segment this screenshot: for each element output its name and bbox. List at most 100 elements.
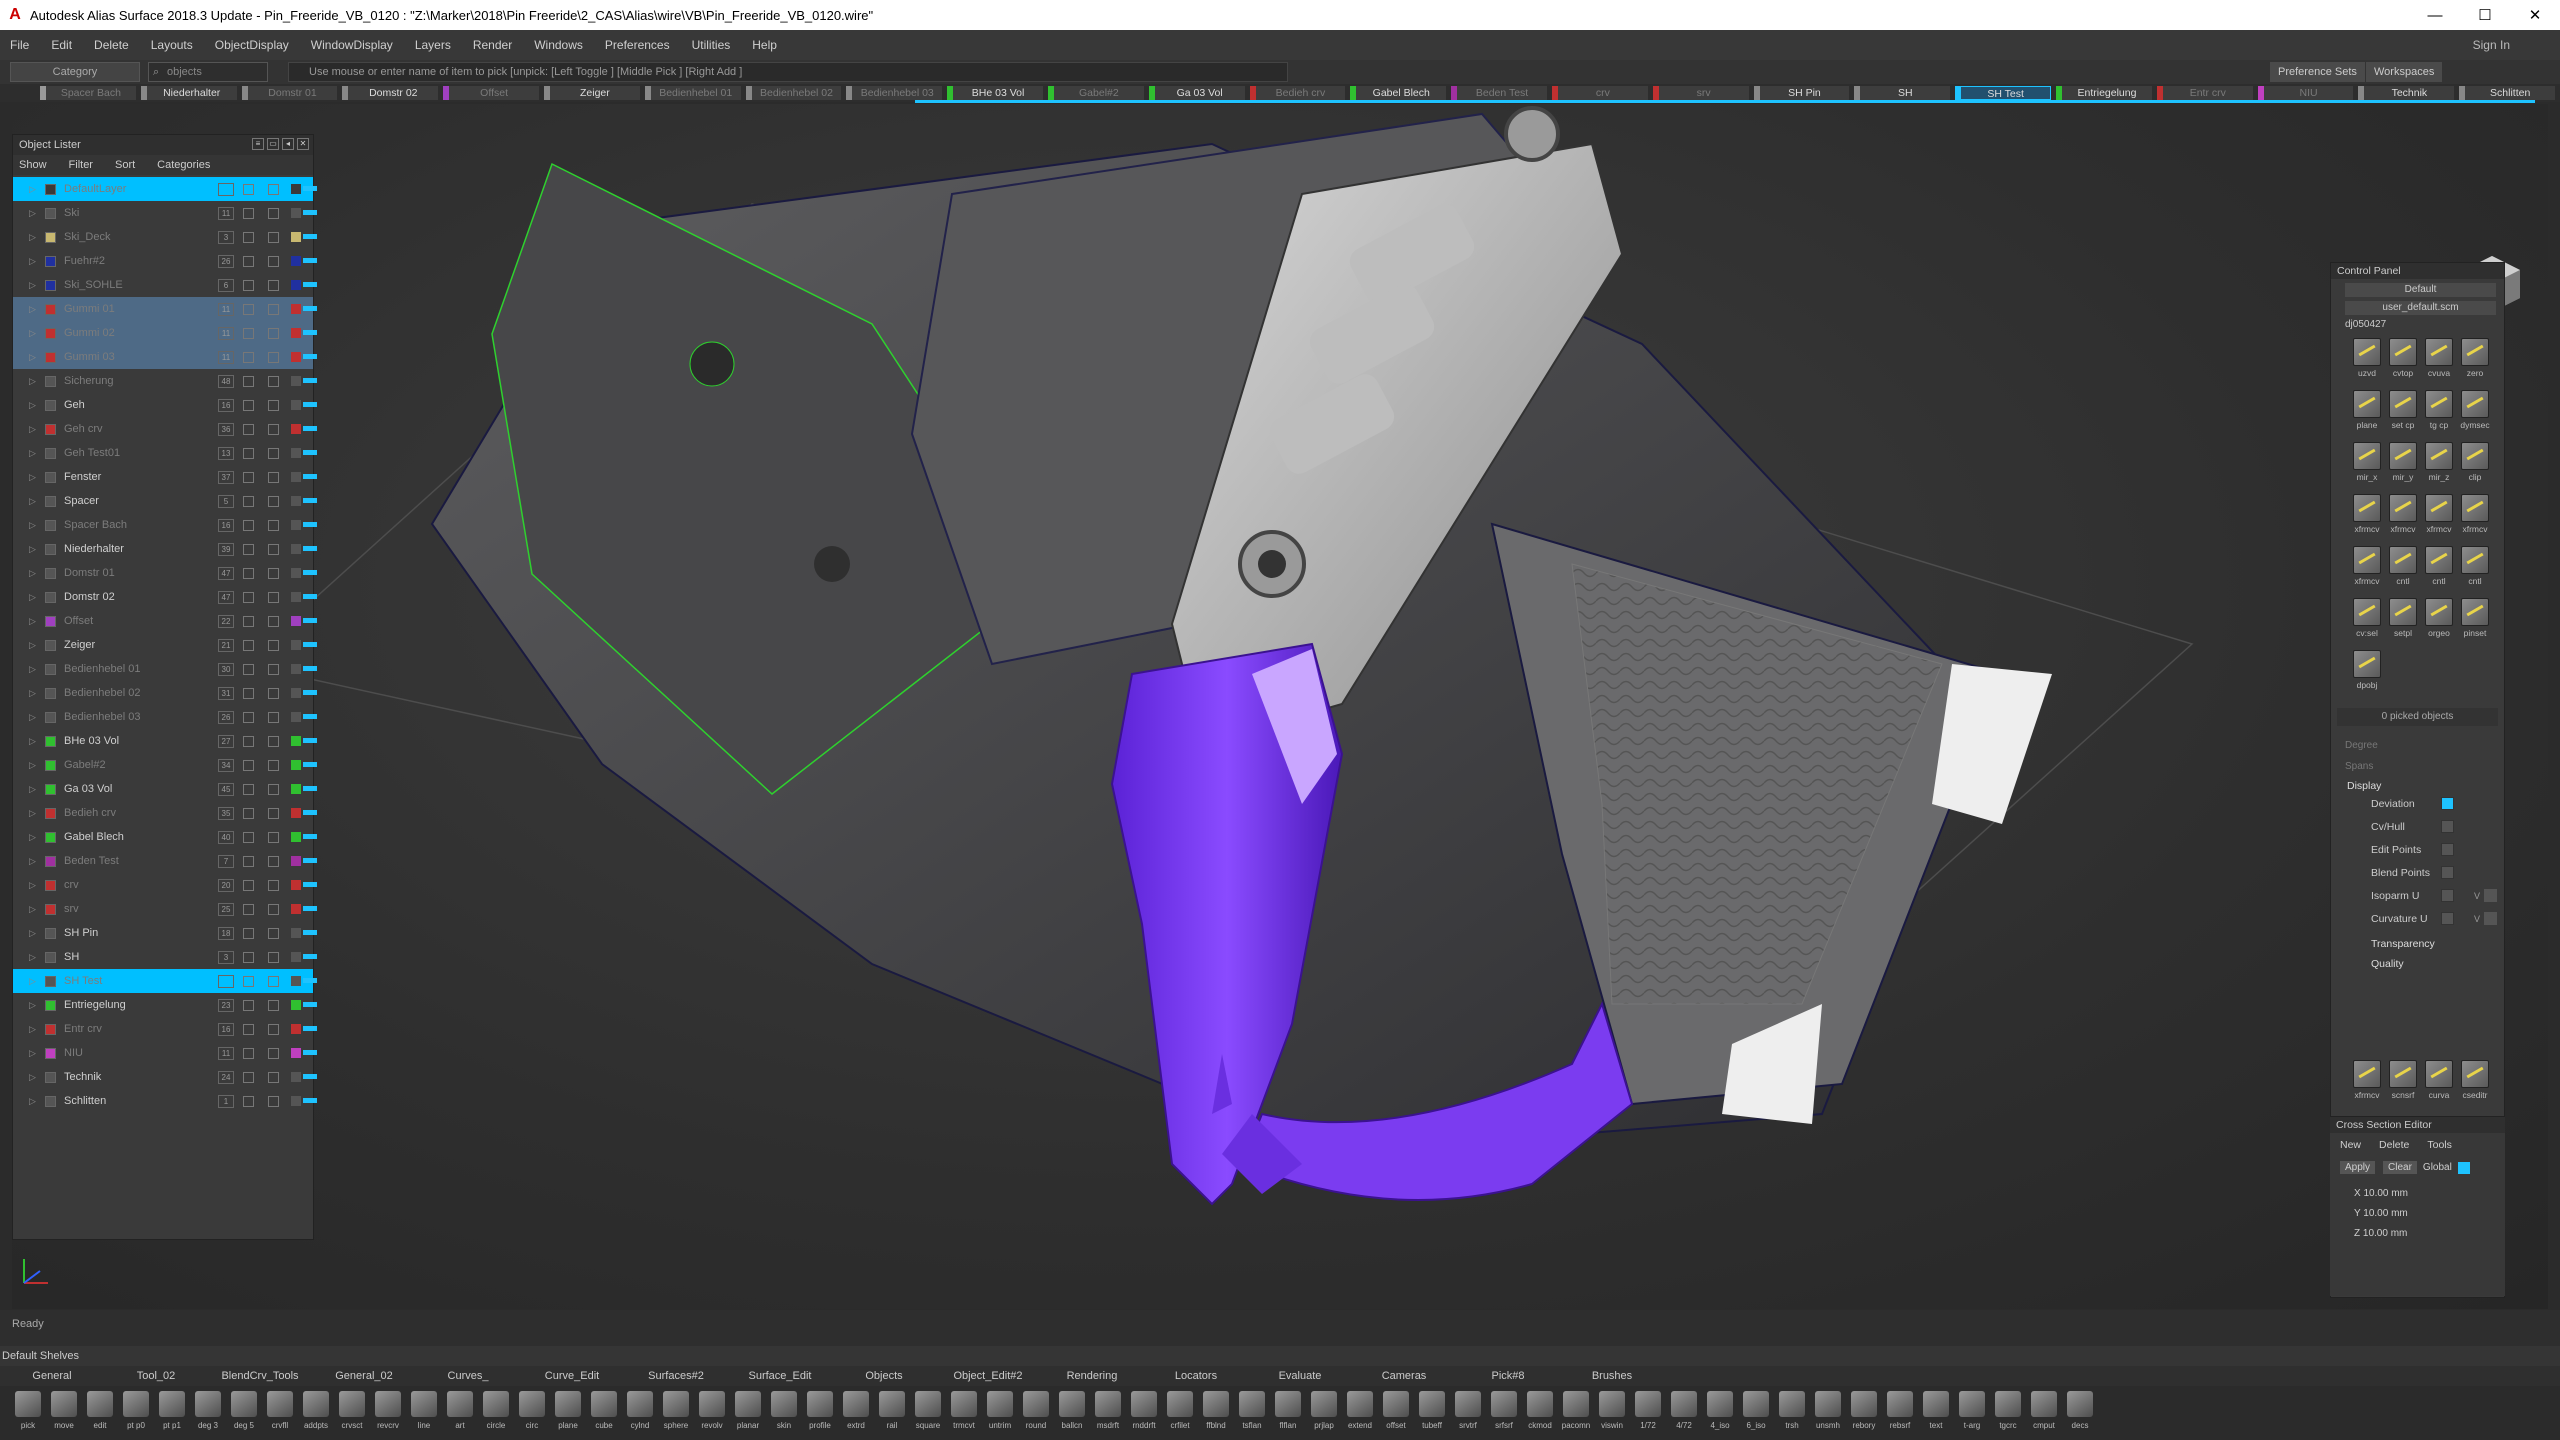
layer-color-swatch[interactable] xyxy=(45,183,56,195)
layer-state-bar[interactable] xyxy=(303,1074,317,1079)
layer-color-swatch[interactable] xyxy=(45,231,56,243)
visibility-checkbox[interactable] xyxy=(243,615,254,627)
shelf-tool[interactable]: ffblnd xyxy=(1198,1386,1234,1440)
layer-state-bar[interactable] xyxy=(303,954,317,959)
pick-checkbox[interactable] xyxy=(268,279,279,291)
layer-state-bar[interactable] xyxy=(303,306,317,311)
layer-state-bar[interactable] xyxy=(303,858,317,863)
layer-row[interactable]: ▷ DefaultLayer xyxy=(13,177,317,201)
expand-arrow-icon[interactable]: ▷ xyxy=(29,400,39,411)
pick-checkbox[interactable] xyxy=(268,951,279,963)
layer-button[interactable]: Gabel#2 xyxy=(1047,86,1144,100)
shelf-tool[interactable]: cylnd xyxy=(622,1386,658,1440)
pick-checkbox[interactable] xyxy=(268,927,279,939)
expand-arrow-icon[interactable]: ▷ xyxy=(29,1000,39,1011)
shelf-tool[interactable]: revcrv xyxy=(370,1386,406,1440)
visibility-checkbox[interactable] xyxy=(243,423,254,435)
layer-row[interactable]: ▷ Geh Test01 13 xyxy=(13,441,317,465)
expand-arrow-icon[interactable]: ▷ xyxy=(29,424,39,435)
layer-row[interactable]: ▷ crv 20 xyxy=(13,873,317,897)
layer-row[interactable]: ▷ Entriegelung 23 xyxy=(13,993,317,1017)
pick-checkbox[interactable] xyxy=(268,375,279,387)
shelf-tool[interactable]: tgcrc xyxy=(1990,1386,2026,1440)
expand-arrow-icon[interactable]: ▷ xyxy=(29,256,39,267)
shelf-tool[interactable]: prjlap xyxy=(1306,1386,1342,1440)
visibility-checkbox[interactable] xyxy=(243,927,254,939)
visibility-checkbox[interactable] xyxy=(243,855,254,867)
shelf-tool[interactable]: offset xyxy=(1378,1386,1414,1440)
shelf-tool[interactable]: addpts xyxy=(298,1386,334,1440)
expand-arrow-icon[interactable]: ▷ xyxy=(29,928,39,939)
layer-state-bar[interactable] xyxy=(303,1002,317,1007)
visibility-checkbox[interactable] xyxy=(243,783,254,795)
layer-button[interactable]: Domstr 01 xyxy=(241,86,338,100)
layer-state-bar[interactable] xyxy=(303,690,317,695)
layer-color-swatch[interactable] xyxy=(45,711,56,723)
expand-arrow-icon[interactable]: ▷ xyxy=(29,520,39,531)
expand-arrow-icon[interactable]: ▷ xyxy=(29,304,39,315)
expand-arrow-icon[interactable]: ▷ xyxy=(29,736,39,747)
shelf-tool[interactable]: move xyxy=(46,1386,82,1440)
layer-row[interactable]: ▷ Gabel Blech 40 xyxy=(13,825,317,849)
menu-file[interactable]: File xyxy=(10,38,29,52)
layer-state-bar[interactable] xyxy=(303,666,317,671)
user-file-field[interactable]: user_default.scm xyxy=(2345,301,2496,315)
layer-color-swatch[interactable] xyxy=(45,663,56,675)
shelf-tool[interactable]: art xyxy=(442,1386,478,1440)
shelf-tool[interactable]: crvsct xyxy=(334,1386,370,1440)
pick-checkbox[interactable] xyxy=(268,879,279,891)
cs-menu-delete[interactable]: Delete xyxy=(2379,1139,2409,1151)
layer-state-bar[interactable] xyxy=(303,378,317,383)
expand-arrow-icon[interactable]: ▷ xyxy=(29,328,39,339)
layer-color-swatch[interactable] xyxy=(45,279,56,291)
layer-color-swatch[interactable] xyxy=(45,687,56,699)
tab-categories[interactable]: Categories xyxy=(157,159,210,171)
layer-color-swatch[interactable] xyxy=(45,903,56,915)
layer-color-swatch[interactable] xyxy=(45,303,56,315)
display-option-checkbox[interactable] xyxy=(2441,820,2454,833)
tab-show[interactable]: Show xyxy=(19,159,47,171)
shelf-tool[interactable]: profile xyxy=(802,1386,838,1440)
shelf-tool[interactable]: srvtrf xyxy=(1450,1386,1486,1440)
layer-row[interactable]: ▷ Niederhalter 39 xyxy=(13,537,317,561)
layer-button[interactable]: Bedienhebel 01 xyxy=(644,86,741,100)
layer-row[interactable]: ▷ Ski 11 xyxy=(13,201,317,225)
expand-arrow-icon[interactable]: ▷ xyxy=(29,760,39,771)
shelf-tool[interactable]: 1/72 xyxy=(1630,1386,1666,1440)
shelf-tool[interactable]: line xyxy=(406,1386,442,1440)
expand-arrow-icon[interactable]: ▷ xyxy=(29,712,39,723)
pick-checkbox[interactable] xyxy=(268,519,279,531)
pick-checkbox[interactable] xyxy=(268,615,279,627)
layer-color-swatch[interactable] xyxy=(45,807,56,819)
pick-checkbox[interactable] xyxy=(268,855,279,867)
control-tool[interactable]: curva xyxy=(2421,1060,2457,1108)
layer-state-bar[interactable] xyxy=(303,810,317,815)
pick-checkbox[interactable] xyxy=(268,975,279,987)
visibility-checkbox[interactable] xyxy=(243,1071,254,1083)
control-tool[interactable]: xfrmcv xyxy=(2421,494,2457,542)
shelf-tab[interactable]: General xyxy=(0,1370,104,1382)
shelf-tab[interactable]: Evaluate xyxy=(1248,1370,1352,1382)
layer-state-bar[interactable] xyxy=(303,474,317,479)
pick-checkbox[interactable] xyxy=(268,1095,279,1107)
pick-checkbox[interactable] xyxy=(268,255,279,267)
layer-color-swatch[interactable] xyxy=(45,1047,56,1059)
transparency-label[interactable]: Transparency xyxy=(2371,938,2504,950)
control-tool[interactable]: cntl xyxy=(2457,546,2493,594)
visibility-checkbox[interactable] xyxy=(243,711,254,723)
layer-color-swatch[interactable] xyxy=(45,327,56,339)
visibility-checkbox[interactable] xyxy=(243,495,254,507)
display-option-checkbox[interactable] xyxy=(2441,866,2454,879)
layer-button[interactable]: srv xyxy=(1652,86,1749,100)
visibility-checkbox[interactable] xyxy=(243,399,254,411)
shelf-tool[interactable]: untrim xyxy=(982,1386,1018,1440)
visibility-checkbox[interactable] xyxy=(243,567,254,579)
panel-dock-icon[interactable]: ▭ xyxy=(267,138,279,150)
layer-color-swatch[interactable] xyxy=(45,567,56,579)
layer-row[interactable]: ▷ Sicherung 48 xyxy=(13,369,317,393)
control-tool[interactable]: mir_x xyxy=(2349,442,2385,490)
layer-color-swatch[interactable] xyxy=(45,423,56,435)
layer-color-swatch[interactable] xyxy=(45,999,56,1011)
shelf-tab[interactable]: Object_Edit#2 xyxy=(936,1370,1040,1382)
layer-state-bar[interactable] xyxy=(303,450,317,455)
